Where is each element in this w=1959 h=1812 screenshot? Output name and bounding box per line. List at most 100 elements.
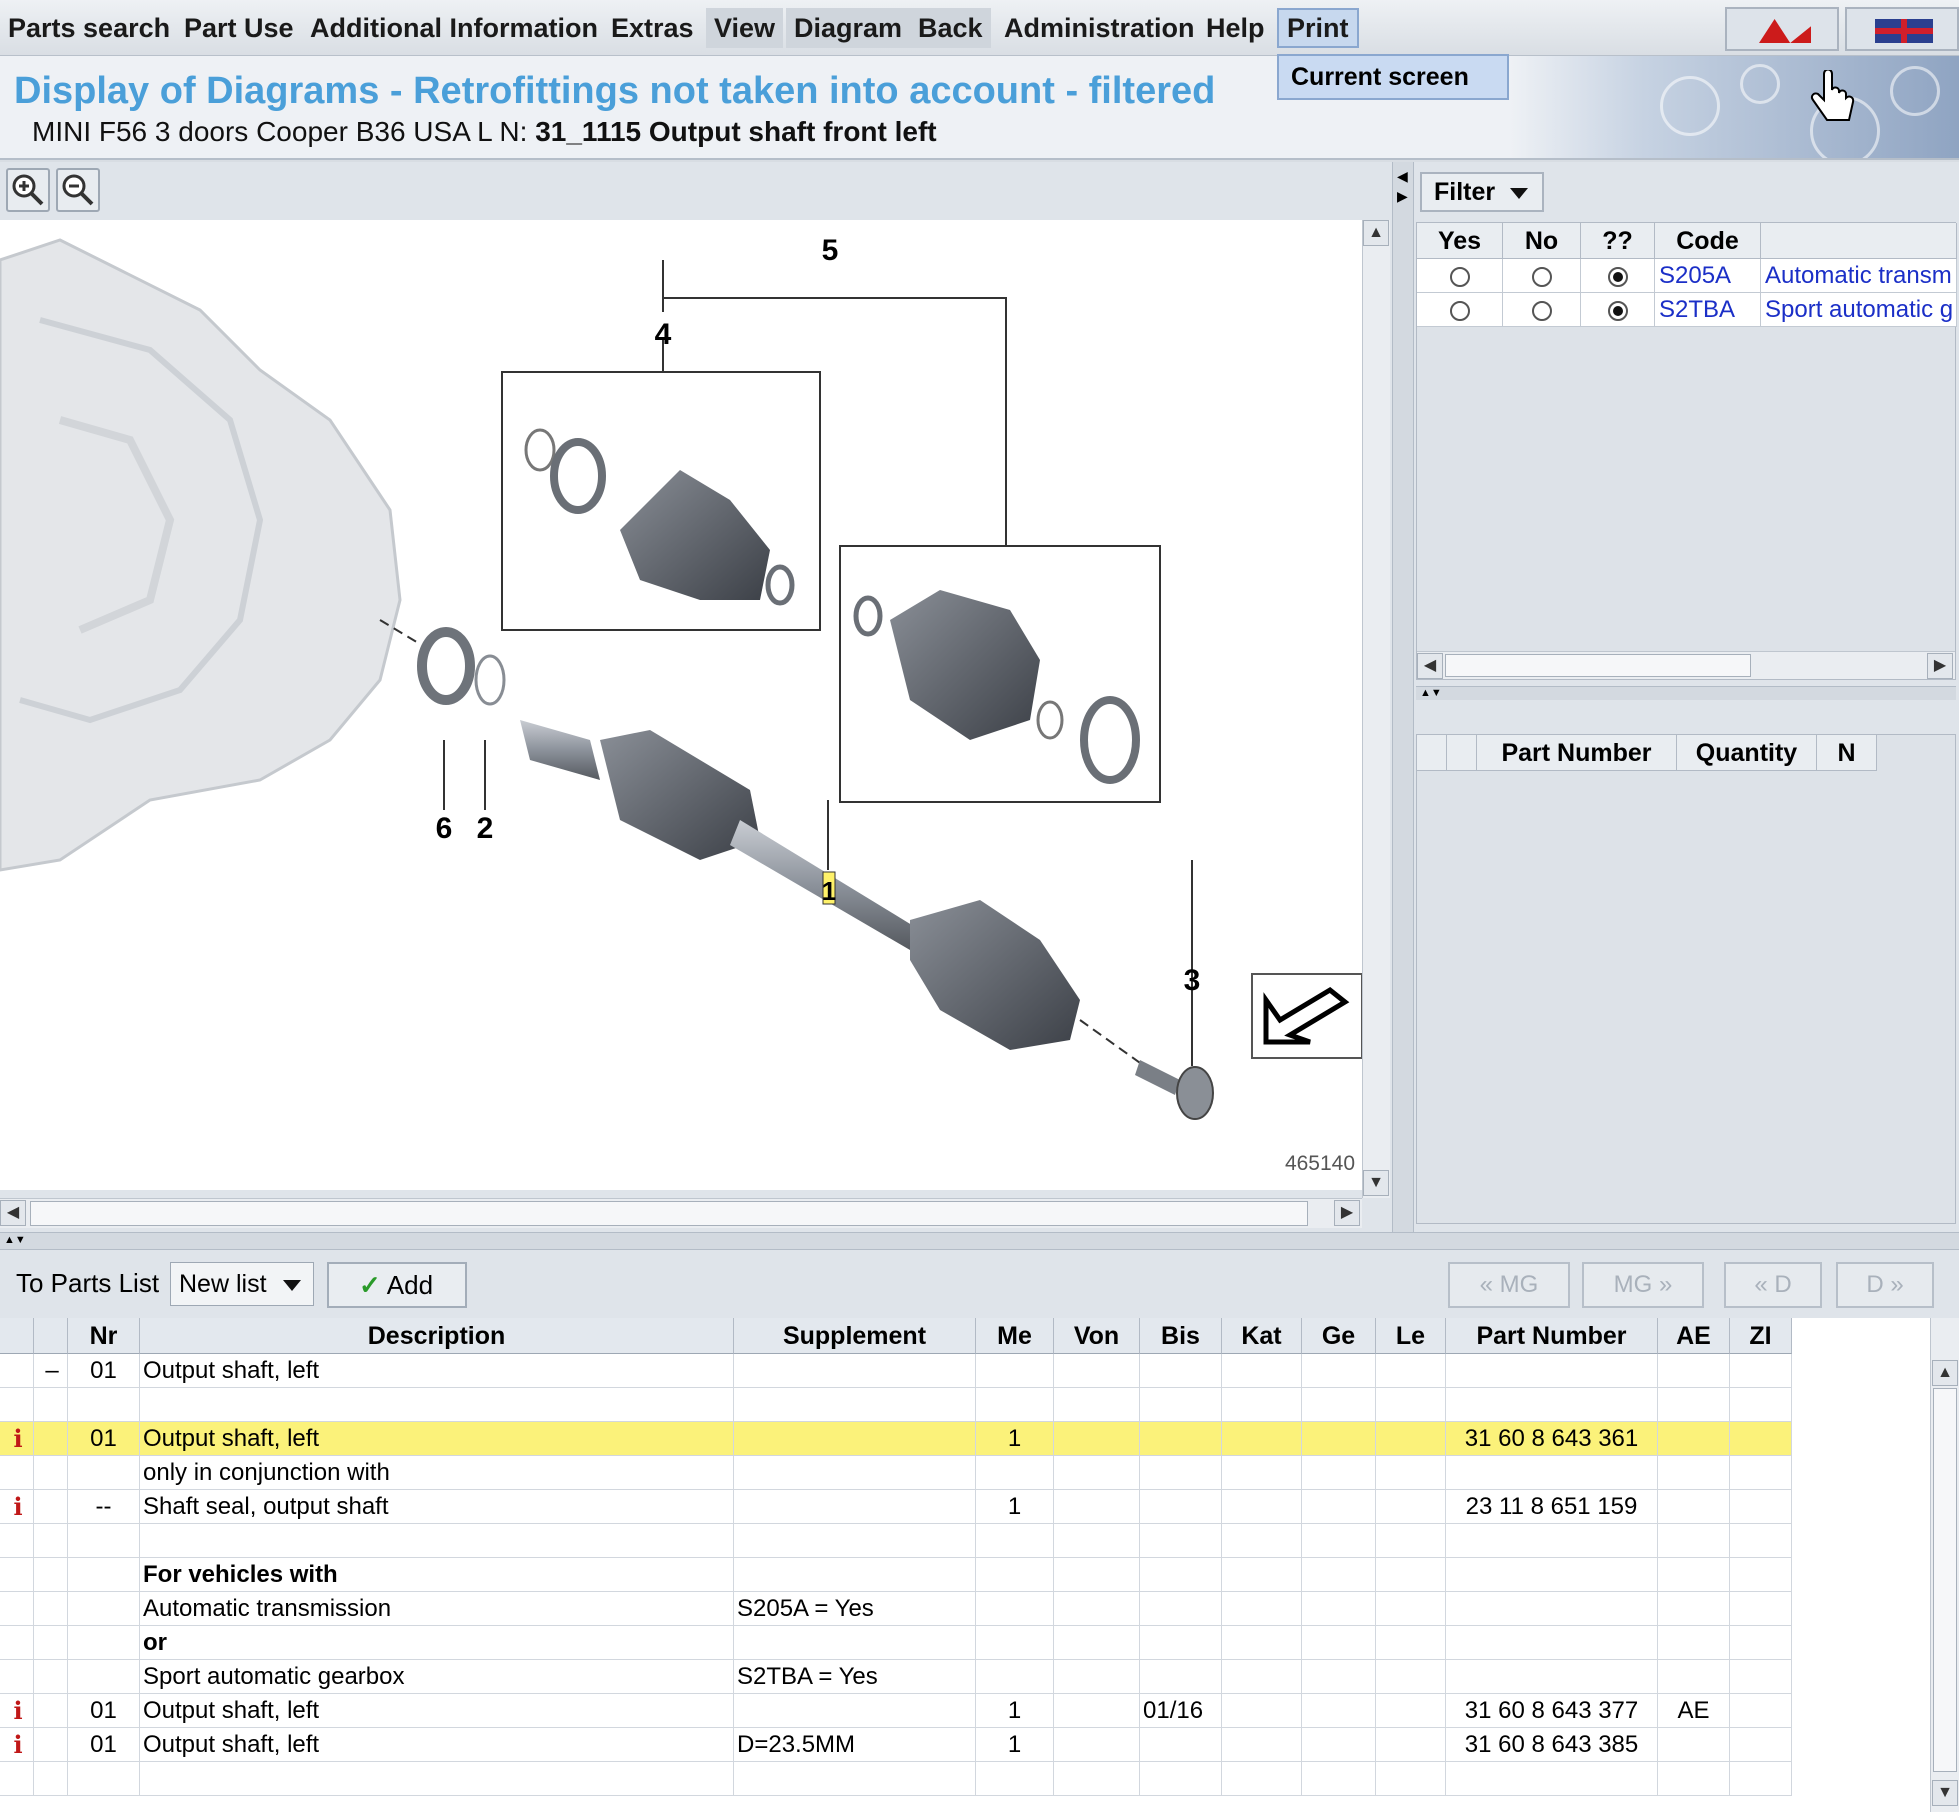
table-row[interactable]: i 01 Output shaft, left 1 01/16 31 60 8 643 3… <box>0 1694 1792 1728</box>
collapse-right-icon[interactable]: ▶ <box>1397 188 1408 205</box>
filter-no-radio-0[interactable] <box>1503 259 1581 293</box>
horizontal-splitter[interactable]: ▲▼ <box>0 1232 1959 1250</box>
menu-view[interactable]: View <box>706 8 784 48</box>
zoom-in-button[interactable] <box>6 168 50 212</box>
menu-part-use[interactable]: Part Use <box>176 8 302 48</box>
splitter-arrows-icon[interactable]: ▲▼ <box>4 1234 26 1246</box>
menu-additional-information[interactable]: Additional Information <box>302 8 606 48</box>
print-menu-current-screen[interactable]: Current screen <box>1277 54 1509 100</box>
scroll-left-arrow[interactable]: ◀ <box>1417 653 1443 679</box>
filter-desc-1[interactable]: Sport automatic g <box>1761 293 1957 327</box>
table-row[interactable]: only in conjunction with <box>0 1456 1792 1490</box>
parts-table-scrollbar[interactable]: ▲ ▼ <box>1930 1318 1959 1812</box>
header-le-col[interactable]: Le <box>1376 1318 1446 1354</box>
table-row[interactable]: or <box>0 1626 1792 1660</box>
table-row[interactable]: –01 Output shaft, left <box>0 1354 1792 1388</box>
table-row[interactable]: i 01 Output shaft, left 1 31 60 8 643 361 <box>0 1422 1792 1456</box>
callout-4[interactable]: 4 <box>655 318 672 351</box>
scroll-down-arrow[interactable]: ▼ <box>1932 1780 1958 1806</box>
header-supplement-col[interactable]: Supplement <box>734 1318 976 1354</box>
filter-code-1[interactable]: S2TBA <box>1655 293 1761 327</box>
menu-parts-search[interactable]: Parts search <box>0 8 178 48</box>
header-info-col[interactable] <box>0 1318 34 1354</box>
header-me-col[interactable]: Me <box>976 1318 1054 1354</box>
callout-3[interactable]: 3 <box>1184 964 1201 997</box>
info-icon[interactable]: i <box>0 1728 34 1762</box>
filter-scroll-thumb[interactable] <box>1445 654 1751 677</box>
scroll-right-arrow[interactable]: ▶ <box>1927 653 1953 679</box>
filter-unknown-radio-0[interactable] <box>1581 259 1655 293</box>
next-mg-button[interactable]: MG » <box>1582 1262 1704 1308</box>
filter-splitter[interactable]: ▲▼ <box>1416 686 1956 700</box>
cell-le <box>1376 1660 1446 1694</box>
diagram-horizontal-scrollbar[interactable]: ◀ ▶ <box>0 1198 1362 1228</box>
add-button[interactable]: ✓ Add <box>327 1262 467 1308</box>
parts-list-select-value: New list <box>179 1270 267 1298</box>
callout-2[interactable]: 2 <box>477 812 494 845</box>
cell-part-number <box>1446 1626 1658 1660</box>
table-row[interactable]: Automatic transmission S205A = Yes <box>0 1592 1792 1626</box>
flag-icon <box>1759 19 1811 43</box>
header-zi-col[interactable]: ZI <box>1730 1318 1792 1354</box>
zoom-out-button[interactable] <box>56 168 100 212</box>
callout-1[interactable]: 1 <box>822 876 836 906</box>
header-kat-col[interactable]: Kat <box>1222 1318 1302 1354</box>
scroll-down-arrow[interactable]: ▼ <box>1363 1170 1389 1196</box>
header-part-number-col[interactable]: Part Number <box>1446 1318 1658 1354</box>
menu-print[interactable]: Print <box>1277 8 1359 48</box>
menu-back[interactable]: Back <box>910 8 991 48</box>
header-von-col[interactable]: Von <box>1054 1318 1140 1354</box>
prev-mg-button[interactable]: « MG <box>1448 1262 1570 1308</box>
scroll-up-arrow[interactable]: ▲ <box>1932 1360 1958 1386</box>
filter-yes-radio-0[interactable] <box>1417 259 1503 293</box>
table-row[interactable]: For vehicles with <box>0 1558 1792 1592</box>
vertical-splitter[interactable]: ◀ ▶ <box>1392 162 1414 1232</box>
header-bis-col[interactable]: Bis <box>1140 1318 1222 1354</box>
table-row[interactable]: Sport automatic gearbox S2TBA = Yes <box>0 1660 1792 1694</box>
filter-unknown-radio-1[interactable] <box>1581 293 1655 327</box>
scroll-right-arrow[interactable]: ▶ <box>1334 1200 1360 1226</box>
horizontal-scroll-thumb[interactable] <box>30 1201 1308 1226</box>
filter-code-0[interactable]: S205A <box>1655 259 1761 293</box>
market-flag-button[interactable] <box>1845 7 1959 51</box>
info-icon[interactable]: i <box>0 1422 34 1456</box>
table-row[interactable] <box>0 1388 1792 1422</box>
cell-bis <box>1140 1490 1222 1524</box>
parts-list-select[interactable]: New list <box>170 1262 314 1306</box>
diagram-canvas[interactable]: 5 4 6 2 1 3 465140 <box>0 220 1362 1190</box>
header-ae-col[interactable]: AE <box>1658 1318 1730 1354</box>
menu-help[interactable]: Help <box>1198 8 1273 48</box>
info-icon[interactable]: i <box>0 1490 34 1524</box>
diagram-vertical-scrollbar[interactable]: ▲ ▼ <box>1362 220 1390 1198</box>
menu-extras[interactable]: Extras <box>603 8 702 48</box>
table-row[interactable] <box>0 1762 1792 1796</box>
menu-administration[interactable]: Administration <box>996 8 1203 48</box>
info-icon[interactable]: i <box>0 1694 34 1728</box>
cell-le <box>1376 1558 1446 1592</box>
filter-horizontal-scrollbar[interactable]: ◀ ▶ <box>1417 651 1955 679</box>
scroll-left-arrow[interactable]: ◀ <box>0 1200 26 1226</box>
filter-yes-radio-1[interactable] <box>1417 293 1503 327</box>
filter-desc-0[interactable]: Automatic transm <box>1761 259 1957 293</box>
scroll-up-arrow[interactable]: ▲ <box>1363 220 1389 246</box>
table-row[interactable]: i 01 Output shaft, left D=23.5MM 1 31 60 8 64… <box>0 1728 1792 1762</box>
header-expand-col[interactable] <box>34 1318 68 1354</box>
parts-table-scroll-thumb[interactable] <box>1933 1388 1957 1772</box>
cell-supplement <box>734 1762 976 1796</box>
expand-toggle[interactable]: – <box>34 1354 68 1388</box>
prev-d-button[interactable]: « D <box>1724 1262 1822 1308</box>
language-flag-button[interactable] <box>1725 7 1839 51</box>
filter-dropdown-button[interactable]: Filter <box>1420 172 1544 212</box>
next-d-button[interactable]: D » <box>1836 1262 1934 1308</box>
table-row[interactable] <box>0 1524 1792 1558</box>
menu-diagram[interactable]: Diagram <box>786 8 911 48</box>
callout-6[interactable]: 6 <box>436 812 453 845</box>
table-row[interactable]: i -- Shaft seal, output shaft 1 23 11 8 651 … <box>0 1490 1792 1524</box>
header-description-col[interactable]: Description <box>140 1318 734 1354</box>
header-ge-col[interactable]: Ge <box>1302 1318 1376 1354</box>
cell-kat <box>1222 1490 1302 1524</box>
callout-5[interactable]: 5 <box>822 234 839 267</box>
filter-no-radio-1[interactable] <box>1503 293 1581 327</box>
header-nr-col[interactable]: Nr <box>68 1318 140 1354</box>
collapse-left-icon[interactable]: ◀ <box>1397 168 1408 185</box>
